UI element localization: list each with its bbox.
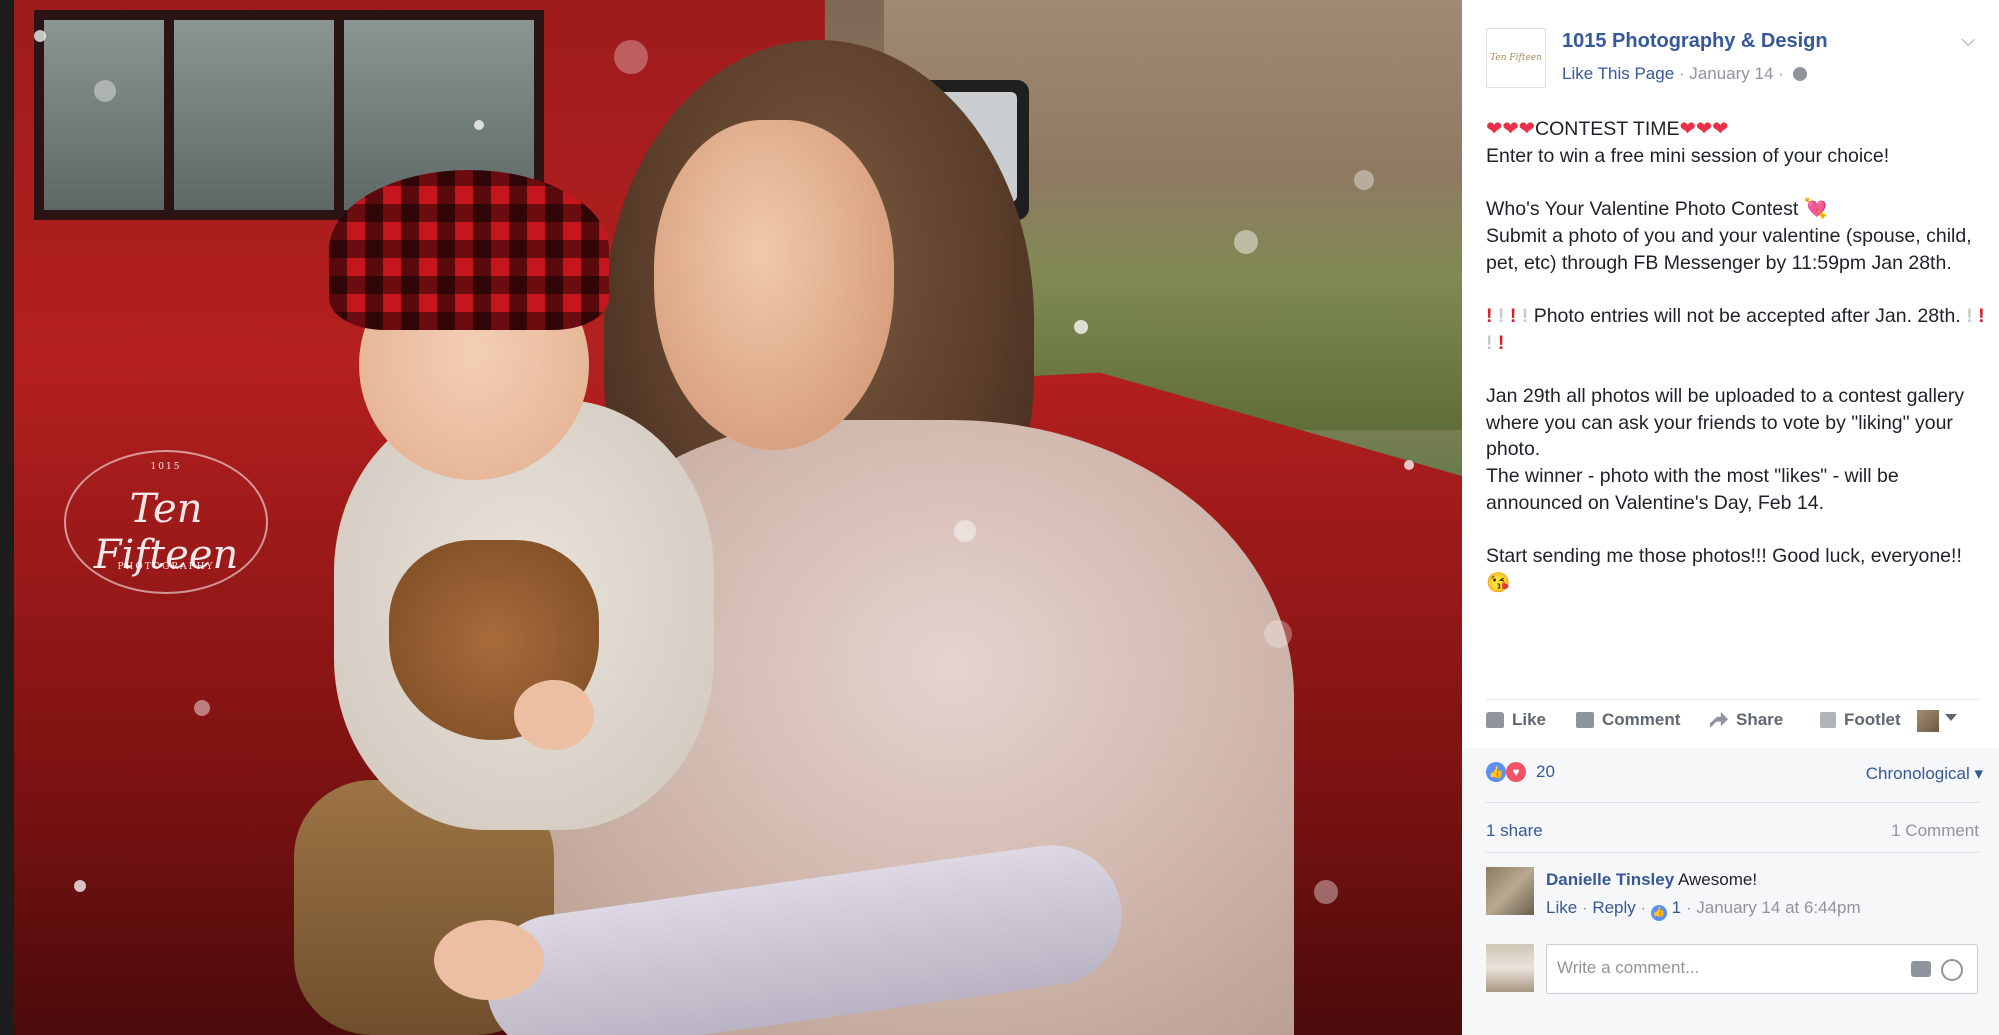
like-reaction-icon: 👍	[1650, 905, 1667, 921]
snowflake	[1354, 170, 1374, 190]
comment-actions: Like · Reply · 👍 1 · January 14 at 6:44p…	[1546, 898, 1861, 921]
exclamation-icon: !	[1486, 331, 1493, 354]
woman-face	[654, 120, 894, 450]
exclamation-icon: !	[1497, 304, 1505, 327]
post-panel: Ten Fifteen 1015 Photography & Design Li…	[1462, 0, 1999, 1035]
meta-separator: ·	[1581, 898, 1593, 917]
photographer-watermark: 1015 Ten Fifteen PHOTOGRAPHY	[64, 450, 268, 594]
snowflake	[94, 80, 116, 102]
post-para-4a: Jan 29th all photos will be uploaded to …	[1486, 385, 1970, 461]
snowflake	[1234, 230, 1258, 254]
snowflake	[954, 520, 976, 542]
comment-time[interactable]: January 14 at 6:44pm	[1696, 898, 1860, 917]
hearts-emoji: ❤❤❤	[1679, 118, 1729, 140]
snowflake	[1264, 620, 1292, 648]
truck-window-left	[34, 10, 174, 220]
hearts-emoji: ❤❤❤	[1486, 118, 1536, 140]
post-para-2-body: Submit a photo of you and your valentine…	[1486, 224, 1978, 274]
snowflake	[474, 120, 484, 130]
commenter-avatar[interactable]	[1486, 867, 1534, 915]
meta-separator: ·	[1685, 898, 1697, 917]
watermark-sub: PHOTOGRAPHY	[117, 562, 215, 572]
snowflake	[614, 40, 648, 74]
like-page-link[interactable]: Like This Page	[1562, 64, 1674, 83]
comment-icon	[1576, 712, 1594, 728]
exclamation-icon: !	[1497, 331, 1505, 354]
post-line-1: Enter to win a free mini session of your…	[1486, 144, 1890, 167]
comment-body: Danielle Tinsley Awesome!	[1546, 870, 1757, 890]
contest-title: CONTEST TIME	[1535, 118, 1680, 140]
thumbs-up-icon	[1486, 712, 1504, 728]
truck-window-mid	[164, 10, 344, 220]
post-as-avatar[interactable]	[1917, 710, 1939, 732]
boy-hand	[514, 680, 594, 750]
footlet-icon	[1820, 712, 1836, 728]
share-arrow-icon	[1710, 712, 1728, 728]
page-name-link[interactable]: 1015 Photography & Design	[1562, 30, 1828, 53]
snowflake	[194, 700, 210, 716]
footlet-button[interactable]: Footlet	[1820, 710, 1901, 730]
snowflake	[1074, 320, 1088, 334]
comments-count[interactable]: 1 Comment	[1891, 821, 1979, 841]
comment-button[interactable]: Comment	[1576, 710, 1680, 730]
post-para-2-title: Who's Your Valentine Photo Contest 💘	[1486, 198, 1829, 221]
snowflake	[74, 880, 86, 892]
comment-box[interactable]	[1546, 944, 1978, 994]
share-button[interactable]: Share	[1710, 710, 1783, 730]
exclamation-icon: !	[1966, 304, 1973, 327]
shares-link[interactable]: 1 share	[1486, 821, 1543, 841]
post-text: ❤❤❤CONTEST TIME❤❤❤ Enter to win a free m…	[1486, 116, 1986, 597]
page-logo-text: Ten Fifteen	[1490, 53, 1542, 63]
like-label: Like	[1512, 710, 1547, 729]
snowflake	[1314, 880, 1338, 904]
action-bar: Like Comment Share Footlet	[1486, 699, 1979, 746]
commenter-name[interactable]: Danielle Tinsley	[1546, 870, 1674, 889]
camera-icon[interactable]	[1911, 961, 1931, 977]
post-meta: Like This Page · January 14 ·	[1562, 64, 1807, 84]
snowflake	[1404, 460, 1414, 470]
comment-reply-link[interactable]: Reply	[1592, 898, 1635, 917]
reactions-summary[interactable]: 👍 ♥ 20	[1486, 762, 1555, 782]
love-reaction-icon: ♥	[1506, 762, 1526, 782]
snowflake	[34, 30, 46, 42]
reactions-count: 20	[1536, 762, 1555, 781]
caret-down-icon[interactable]	[1945, 714, 1957, 721]
emoji-icon[interactable]	[1941, 959, 1963, 981]
comment-like-link[interactable]: Like	[1546, 898, 1577, 917]
comment-like-count[interactable]: 1	[1672, 898, 1681, 917]
share-label: Share	[1736, 710, 1784, 729]
exclamation-icon: !	[1521, 304, 1529, 327]
plaid-hat	[329, 170, 609, 330]
comment-text: Awesome!	[1678, 870, 1758, 889]
post-date[interactable]: January 14	[1689, 64, 1773, 83]
woman-hand	[434, 920, 544, 1000]
like-button[interactable]: Like	[1486, 710, 1546, 730]
comment-label: Comment	[1602, 710, 1681, 729]
divider	[1486, 802, 1979, 803]
meta-separator: ·	[1678, 64, 1690, 83]
exclamation-icon: !	[1486, 304, 1493, 327]
comment-input[interactable]	[1555, 957, 1899, 979]
globe-icon	[1792, 67, 1807, 81]
page-avatar[interactable]: Ten Fifteen	[1486, 28, 1546, 88]
post-photo[interactable]: 1015 Ten Fifteen PHOTOGRAPHY	[14, 0, 1462, 1035]
exclamation-icon: !	[1978, 304, 1985, 327]
post-para-4b: The winner - photo with the most "likes"…	[1486, 465, 1905, 514]
meta-separator: ·	[1778, 64, 1784, 83]
meta-separator: ·	[1640, 898, 1651, 917]
watermark-top: 1015	[150, 462, 182, 472]
exclamation-icon: !	[1509, 304, 1517, 327]
footlet-label: Footlet	[1844, 710, 1901, 729]
current-user-avatar	[1486, 944, 1534, 992]
post-para-5: Start sending me those photos!!! Good lu…	[1486, 545, 1968, 594]
chevron-down-icon[interactable]: ⌵	[1961, 30, 1975, 51]
sort-label: Chronological	[1865, 764, 1970, 783]
like-reaction-icon: 👍	[1486, 762, 1506, 782]
post-para-3: Photo entries will not be accepted after…	[1533, 304, 1961, 327]
sort-comments-dropdown[interactable]: Chronological ▾	[1866, 764, 1983, 784]
divider	[1486, 852, 1979, 853]
